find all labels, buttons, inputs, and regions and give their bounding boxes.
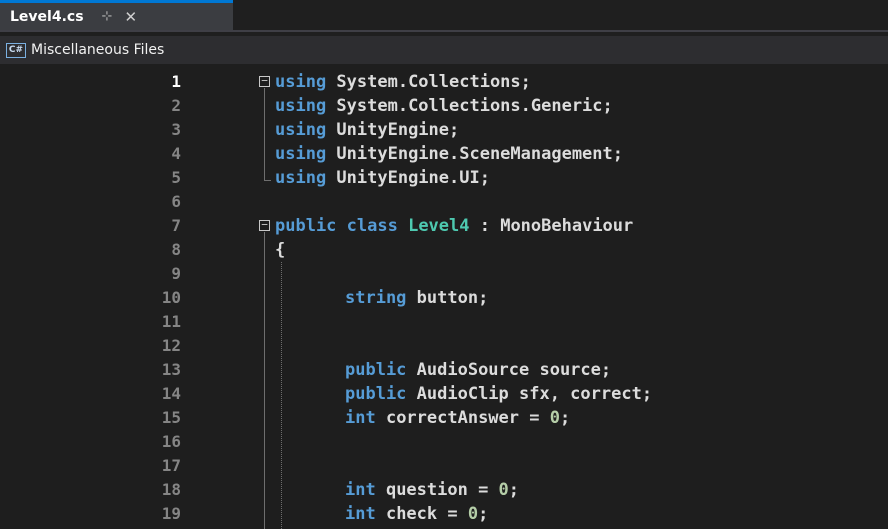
code-line-19: int check = 0; (345, 504, 489, 524)
tab-level4-cs[interactable]: Level4.cs ⊹ ✕ (0, 0, 233, 30)
line-number: 2 (171, 96, 181, 115)
document-tab-strip: Level4.cs ⊹ ✕ (0, 0, 888, 36)
line-number: 18 (161, 480, 181, 499)
code-line-3: using UnityEngine; (275, 120, 460, 140)
line-number: 4 (171, 144, 181, 163)
csharp-file-icon: C# (6, 42, 26, 58)
pin-icon[interactable]: ⊹ (102, 9, 113, 24)
fold-guide (264, 88, 265, 181)
line-number: 17 (161, 456, 181, 475)
line-number: 7 (171, 216, 181, 235)
fold-guide (264, 232, 265, 529)
code-line-1: using System.Collections; (275, 72, 531, 92)
line-number: 12 (161, 336, 181, 355)
code-line-7: public class Level4 : MonoBehaviour (275, 216, 634, 236)
code-line-10: string button; (345, 288, 489, 308)
code-editor-window: Level4.cs ⊹ ✕ C# Miscellaneous Files 1 2… (0, 0, 888, 529)
code-editor[interactable]: 1 2 3 4 5 6 7 8 9 10 11 12 13 14 15 16 1… (0, 64, 888, 529)
collapse-usings-icon[interactable]: − (259, 75, 270, 87)
tab-divider (0, 30, 888, 32)
line-number: 13 (161, 360, 181, 379)
line-number: 6 (171, 192, 181, 211)
project-dropdown-label[interactable]: Miscellaneous Files (31, 42, 164, 58)
line-number: 9 (171, 264, 181, 283)
line-number: 19 (161, 504, 181, 523)
code-line-18: int question = 0; (345, 480, 520, 500)
code-text[interactable]: using System.Collections; using System.C… (275, 64, 888, 529)
line-number: 8 (171, 240, 181, 259)
code-line-8: { (275, 240, 286, 260)
fold-guide-end (264, 180, 271, 181)
code-line-15: int correctAnswer = 0; (345, 408, 571, 428)
line-number: 15 (161, 408, 181, 427)
close-icon[interactable]: ✕ (124, 8, 137, 26)
line-number: 14 (161, 384, 181, 403)
line-number-gutter: 1 2 3 4 5 6 7 8 9 10 11 12 13 14 15 16 1… (0, 64, 181, 529)
code-line-13: public AudioSource source; (345, 360, 612, 380)
line-number: 1 (171, 72, 181, 91)
tab-title: Level4.cs (10, 8, 84, 25)
code-line-4: using UnityEngine.SceneManagement; (275, 144, 623, 164)
line-number: 3 (171, 120, 181, 139)
line-number: 11 (161, 312, 181, 331)
code-line-5: using UnityEngine.UI; (275, 168, 490, 188)
code-line-2: using System.Collections.Generic; (275, 96, 613, 116)
navigation-bar[interactable]: C# Miscellaneous Files (0, 36, 888, 65)
collapse-class-icon[interactable]: − (259, 219, 270, 231)
code-line-14: public AudioClip sfx, correct; (345, 384, 653, 404)
line-number: 16 (161, 432, 181, 451)
line-number: 5 (171, 168, 181, 187)
line-number: 10 (161, 288, 181, 307)
